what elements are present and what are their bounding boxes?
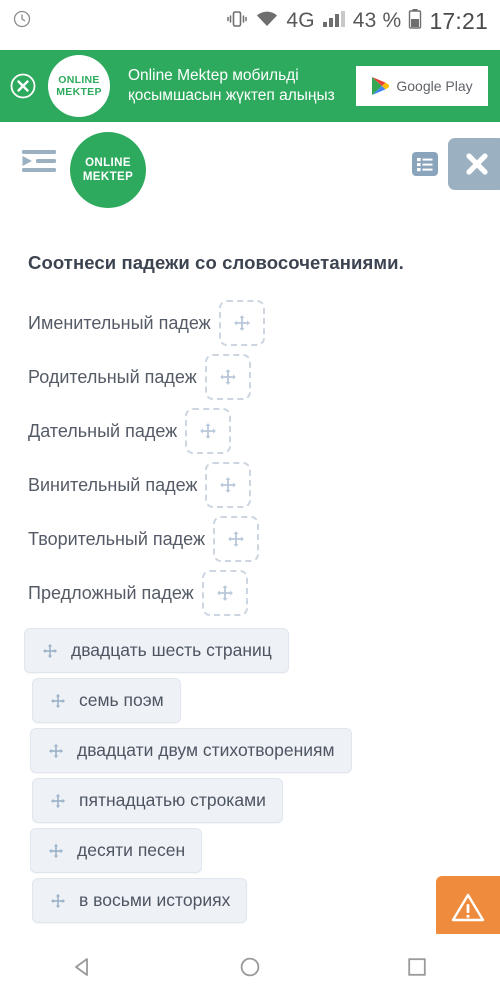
app-logo[interactable]: ONLINE MEKTEP xyxy=(70,132,146,208)
case-label: Дательный падеж xyxy=(28,420,178,441)
answer-chip[interactable]: в восьми историях xyxy=(32,878,248,923)
close-circle-icon xyxy=(10,73,36,99)
case-label: Творительный падеж xyxy=(28,528,206,549)
battery-icon xyxy=(408,8,422,35)
answer-chip[interactable]: десяти песен xyxy=(30,828,203,873)
answer-chip-row: двадцати двум стихотворениям xyxy=(0,728,500,778)
status-bar-clock: 17:21 xyxy=(429,7,488,34)
back-triangle-icon xyxy=(75,958,89,976)
answer-chip[interactable]: двадцати двум стихотворениям xyxy=(30,728,352,773)
indent-menu-button[interactable] xyxy=(22,148,56,183)
close-task-button[interactable] xyxy=(448,138,500,190)
indent-menu-icon xyxy=(22,150,56,172)
report-problem-button[interactable] xyxy=(436,876,500,934)
answer-chip-label: семь поэм xyxy=(79,690,164,710)
answer-chip-row: десяти песен xyxy=(0,828,500,878)
case-pair-list: Именительный падеж Родительный падеж Дател… xyxy=(0,296,500,620)
answer-dropzone[interactable] xyxy=(201,570,248,616)
app-toolbar: ONLINE MEKTEP xyxy=(0,122,500,208)
answer-dropzone[interactable] xyxy=(185,408,232,454)
answer-dropzone[interactable] xyxy=(205,462,252,508)
answer-chip-row: семь поэм xyxy=(0,678,500,728)
answer-dropzone[interactable] xyxy=(204,354,251,400)
move-arrows-icon xyxy=(50,893,66,908)
battery-percent-label: 43 % xyxy=(352,9,402,32)
status-bar-right: 4G 43 % 17:21 xyxy=(226,8,488,35)
move-arrows-icon xyxy=(219,369,236,385)
app-logo-line-1: ONLINE xyxy=(85,157,131,169)
case-label: Именительный падеж xyxy=(28,312,211,333)
case-label: Предложный падеж xyxy=(28,582,194,603)
move-arrows-icon xyxy=(48,743,64,758)
move-arrows-icon xyxy=(228,531,244,547)
answer-chip[interactable]: двадцать шесть страниц xyxy=(24,628,289,673)
answer-chip-label: пятнадцатью строками xyxy=(79,790,266,810)
answer-chip-row: в восьми историях xyxy=(0,878,500,928)
signal-bars-icon xyxy=(322,9,346,34)
move-arrows-icon xyxy=(233,315,250,331)
banner-message: Online Mektep мобильді қосымшасын жүктеп… xyxy=(128,67,335,104)
case-pair-row: Именительный падеж xyxy=(0,296,500,350)
answer-dropzone[interactable] xyxy=(218,300,265,346)
close-icon xyxy=(466,153,488,175)
case-pair-row: Предложный падеж xyxy=(0,566,500,620)
answer-chip-label: двадцать шесть страниц xyxy=(71,640,272,660)
recents-square-icon xyxy=(407,958,426,976)
case-label: Винительный падеж xyxy=(28,474,198,495)
vibrate-icon xyxy=(226,9,248,34)
task-content: Соотнеси падежи со словосочетаниями. Име… xyxy=(0,204,500,934)
nav-home-button[interactable] xyxy=(167,955,334,979)
task-title: Соотнеси падежи со словосочетаниями. xyxy=(28,252,404,273)
move-arrows-icon xyxy=(48,843,64,858)
answer-dropzone[interactable] xyxy=(213,516,260,562)
answer-chip-row: двадцать шесть страниц xyxy=(0,628,500,678)
case-pair-row: Родительный падеж xyxy=(0,350,500,404)
nav-recents-button[interactable] xyxy=(333,955,500,979)
banner-app-logo: ONLINE MEKTEP xyxy=(48,55,110,117)
case-pair-row: Винительный падеж xyxy=(0,458,500,512)
google-play-icon xyxy=(372,77,390,95)
answer-chip-list: двадцать шесть страниц семь поэм двадцати … xyxy=(0,628,500,928)
app-logo-line-2: MEKTEP xyxy=(82,171,134,183)
nav-back-button[interactable] xyxy=(0,955,167,979)
banner-close-button[interactable] xyxy=(0,72,46,100)
move-arrows-icon xyxy=(50,693,66,708)
case-label: Родительный падеж xyxy=(28,366,197,387)
case-pair-row: Дательный падеж xyxy=(0,404,500,458)
clock-icon xyxy=(12,9,32,34)
app-promo-banner: ONLINE MEKTEP Online Mektep мобильді қос… xyxy=(0,50,500,122)
warning-triangle-icon xyxy=(451,893,485,922)
list-icon xyxy=(417,158,433,172)
home-circle-icon xyxy=(240,957,260,977)
network-type-label: 4G xyxy=(286,9,315,32)
answer-chip-row: пятнадцатью строками xyxy=(0,778,500,828)
status-bar: 4G 43 % 17:21 xyxy=(0,0,500,42)
move-arrows-icon xyxy=(50,793,66,808)
move-arrows-icon xyxy=(216,585,233,601)
android-navigation-bar xyxy=(0,934,500,1000)
google-play-label: Google Play xyxy=(396,78,473,94)
answer-chip-label: десяти песен xyxy=(77,840,186,860)
move-arrows-icon xyxy=(220,477,237,493)
answer-chip-label: в восьми историях xyxy=(79,890,231,910)
wifi-icon xyxy=(255,9,279,34)
answer-chip[interactable]: семь поэм xyxy=(32,678,181,723)
status-bar-left xyxy=(12,9,32,34)
google-play-button[interactable]: Google Play xyxy=(356,66,488,106)
move-arrows-icon xyxy=(200,423,217,439)
answer-chip[interactable]: пятнадцатью строками xyxy=(32,778,283,823)
answer-chip-label: двадцати двум стихотворениям xyxy=(77,740,335,760)
phone-screen: onlinemektep.org 4G xyxy=(0,0,500,1000)
banner-logo-line-2: MEKTEP xyxy=(56,86,102,98)
move-arrows-icon xyxy=(42,643,58,658)
banner-logo-line-1: ONLINE xyxy=(58,74,100,86)
case-pair-row: Творительный падеж xyxy=(0,512,500,566)
task-list-button[interactable] xyxy=(412,152,438,176)
